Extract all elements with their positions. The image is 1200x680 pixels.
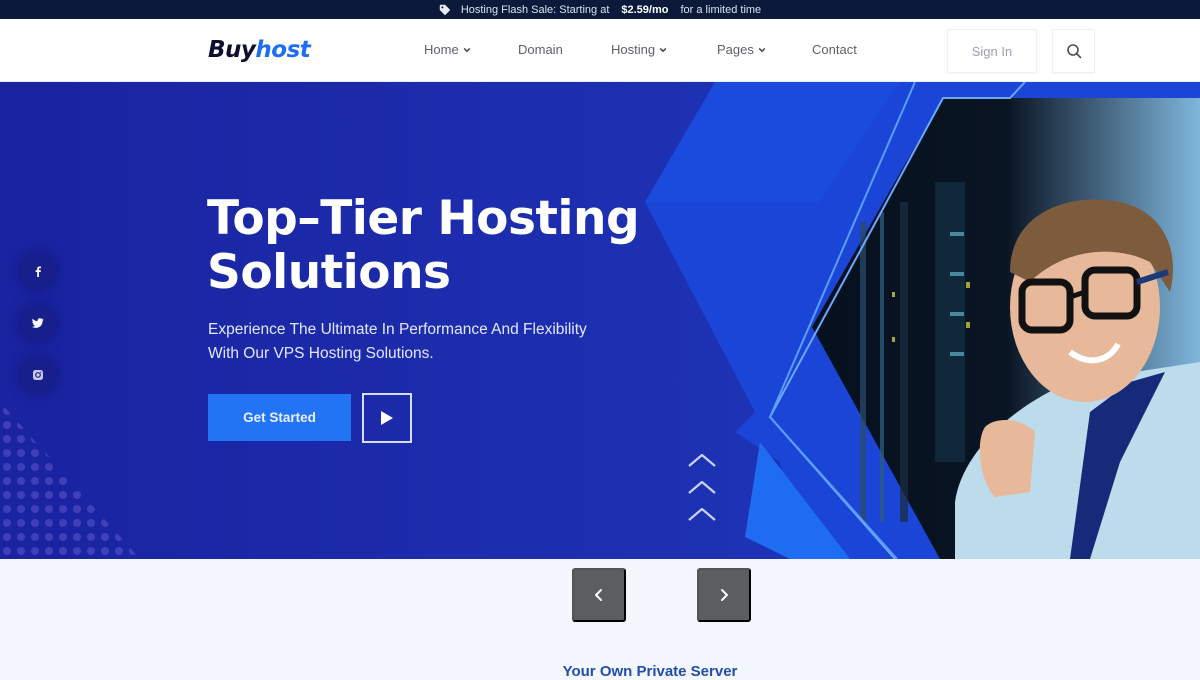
promo-bar: Hosting Flash Sale: Starting at $2.59/mo… — [0, 0, 1200, 19]
chevron-down-icon — [659, 47, 667, 52]
social-instagram[interactable] — [21, 358, 55, 392]
play-icon — [381, 411, 393, 425]
nav-hosting[interactable]: Hosting — [611, 42, 667, 57]
nav-domain[interactable]: Domain — [518, 42, 563, 57]
twitter-icon — [32, 318, 44, 328]
search-icon — [1066, 44, 1081, 59]
hero-subtitle-line-1: Experience The Ultimate In Performance A… — [208, 321, 587, 338]
chevron-left-icon — [595, 589, 602, 601]
nav-pages[interactable]: Pages — [717, 42, 766, 57]
site-header: Buyhost Home Domain Hosting Pages Contac… — [0, 19, 1200, 82]
chevron-down-icon — [758, 47, 766, 52]
chevron-right-icon — [721, 589, 728, 601]
carousel-prev-button[interactable] — [572, 568, 626, 622]
hero-title-line-1: Top–Tier Hosting — [207, 191, 640, 246]
section-title: Your Own Private Server — [562, 663, 738, 680]
facebook-icon — [35, 266, 41, 277]
hero-subtitle: Experience The Ultimate In Performance A… — [208, 318, 648, 366]
nav-label: Domain — [518, 42, 563, 57]
instagram-icon — [33, 370, 43, 380]
search-button[interactable] — [1052, 29, 1095, 73]
tag-icon — [439, 4, 451, 15]
promo-text-after: for a limited time — [680, 3, 762, 16]
chevrons-up-icon — [688, 453, 716, 521]
social-facebook[interactable] — [21, 254, 55, 288]
hero-title: Top–Tier Hosting Solutions — [207, 192, 647, 300]
promo-text: Hosting Flash Sale: Starting at — [460, 3, 610, 16]
chevron-down-icon — [463, 47, 471, 52]
nav-label: Hosting — [611, 42, 656, 57]
nav-label: Contact — [812, 42, 857, 57]
nav-label: Home — [424, 42, 459, 57]
social-twitter[interactable] — [21, 306, 55, 340]
logo-text-host: host — [255, 37, 311, 63]
promo-price: $2.59/mo — [621, 3, 669, 16]
get-started-button[interactable]: Get Started — [208, 394, 351, 441]
logo[interactable]: Buyhost — [208, 37, 311, 63]
hero-subtitle-line-2: With Our VPS Hosting Solutions. — [208, 345, 434, 362]
sign-in-button[interactable]: Sign In — [947, 29, 1037, 73]
nav-label: Pages — [717, 42, 754, 57]
nav-contact[interactable]: Contact — [812, 42, 857, 57]
nav-home[interactable]: Home — [424, 42, 471, 57]
play-video-button[interactable] — [362, 393, 412, 443]
carousel-next-button[interactable] — [697, 568, 751, 622]
logo-text-buy: Buy — [208, 37, 256, 63]
hero-title-line-2: Solutions — [207, 245, 451, 300]
